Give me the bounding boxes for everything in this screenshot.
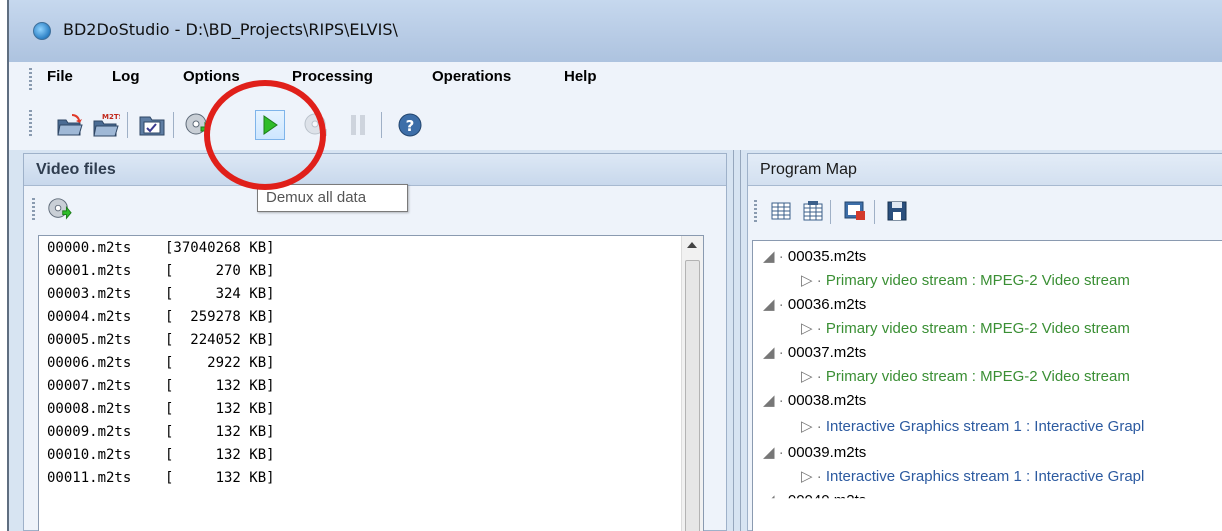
tree-node[interactable]: ◢ · 00037.m2ts: [763, 343, 866, 361]
list-item[interactable]: 00001.m2ts [ 270 KB]: [47, 263, 275, 279]
tree-node-label: 00035.m2ts: [787, 248, 867, 265]
tree-leaf[interactable]: ▷ · Interactive Graphics stream 1 : Inte…: [801, 467, 1144, 485]
report-button[interactable]: [840, 196, 870, 226]
video-files-list[interactable]: 00000.m2ts [37040268 KB] 00001.m2ts [ 27…: [38, 235, 704, 531]
tree-leaf[interactable]: ▷ · Primary video stream : MPEG-2 Video …: [801, 367, 1130, 385]
save-button[interactable]: [882, 196, 912, 226]
tree-node-label: 00040.m2ts: [787, 492, 867, 509]
list-item[interactable]: 00009.m2ts [ 132 KB]: [47, 424, 275, 440]
menu-log[interactable]: Log: [112, 68, 140, 85]
m2ts-label: M2TS: [102, 113, 120, 121]
help-icon: ?: [398, 113, 422, 137]
open-folder-icon: [57, 114, 83, 136]
open-m2ts-button[interactable]: M2TS: [91, 110, 121, 140]
grip-handle[interactable]: [29, 68, 32, 90]
checklist-button[interactable]: [137, 110, 167, 140]
list-item[interactable]: 00004.m2ts [ 259278 KB]: [47, 309, 275, 325]
vertical-scrollbar[interactable]: [681, 236, 703, 531]
tree-node-label: 00039.m2ts: [787, 444, 867, 461]
toolbar-separator: [381, 112, 382, 138]
tree-leaf-label: Primary video stream : MPEG-2 Video stre…: [825, 272, 1130, 289]
list-item[interactable]: 00000.m2ts [37040268 KB]: [47, 240, 275, 256]
grip-handle[interactable]: [29, 110, 32, 136]
highlight-circle: [204, 80, 326, 190]
panel-header: Video files: [24, 154, 726, 186]
menu-operations[interactable]: Operations: [432, 68, 511, 85]
table-edit-icon: [803, 201, 823, 221]
list-item[interactable]: 00003.m2ts [ 324 KB]: [47, 286, 275, 302]
menu-options[interactable]: Options: [183, 68, 240, 85]
tree-node[interactable]: ◢ · 00035.m2ts: [763, 247, 866, 265]
tree-node[interactable]: ◢ · 00040.m2ts: [763, 491, 867, 509]
title-bar: BD2DoStudio - D:\BD_Projects\RIPS\ELVIS\: [9, 0, 1222, 62]
help-button[interactable]: ?: [395, 110, 425, 140]
tree-node-label: 00036.m2ts: [787, 296, 867, 313]
program-map-tree[interactable]: ◢ · 00035.m2ts ▷ · Primary video stream …: [752, 240, 1222, 531]
tree-node-label: 00038.m2ts: [787, 392, 867, 409]
list-item[interactable]: 00008.m2ts [ 132 KB]: [47, 401, 275, 417]
tree-leaf[interactable]: ▷ · Interactive Graphics stream 1 : Inte…: [801, 417, 1144, 435]
panel-header: Program Map: [748, 154, 1222, 186]
disc-icon: [33, 22, 51, 40]
window-title: BD2DoStudio - D:\BD_Projects\RIPS\ELVIS\: [63, 20, 398, 39]
grip-handle[interactable]: [32, 198, 35, 220]
pause-icon: [351, 115, 365, 135]
tree-leaf-label: Interactive Graphics stream 1 : Interact…: [825, 468, 1145, 485]
tree-leaf-label: Primary video stream : MPEG-2 Video stre…: [825, 368, 1130, 385]
save-icon: [887, 201, 907, 221]
table-button[interactable]: [766, 196, 796, 226]
open-folder-button[interactable]: [55, 110, 85, 140]
program-map-panel: Program Map ◢ · 00035.m2ts ▷ · Primary v…: [747, 153, 1222, 531]
toolbar-separator: [173, 112, 174, 138]
list-item[interactable]: 00007.m2ts [ 132 KB]: [47, 378, 275, 394]
tree-leaf-label: Primary video stream : MPEG-2 Video stre…: [825, 320, 1130, 337]
panel-splitter[interactable]: [733, 150, 741, 531]
table-edit-button[interactable]: [798, 196, 828, 226]
panel-title: Program Map: [760, 161, 857, 178]
table-icon: [771, 202, 791, 220]
scroll-up-icon[interactable]: [687, 242, 697, 248]
list-item[interactable]: 00010.m2ts [ 132 KB]: [47, 447, 275, 463]
list-item[interactable]: 00011.m2ts [ 132 KB]: [47, 470, 275, 486]
panel-title: Video files: [36, 161, 116, 178]
list-item[interactable]: 00006.m2ts [ 2922 KB]: [47, 355, 275, 371]
menu-help[interactable]: Help: [564, 68, 597, 85]
tree-leaf[interactable]: ▷ · Primary video stream : MPEG-2 Video …: [801, 271, 1130, 289]
tree-node[interactable]: ◢ · 00036.m2ts: [763, 295, 866, 313]
scroll-thumb[interactable]: [685, 260, 700, 531]
menu-file[interactable]: File: [47, 68, 73, 85]
toolbar-separator: [830, 200, 831, 224]
app-window: BD2DoStudio - D:\BD_Projects\RIPS\ELVIS\…: [7, 0, 1222, 531]
tree-node-label: 00037.m2ts: [787, 344, 867, 361]
tree-node[interactable]: ◢ · 00038.m2ts: [763, 391, 866, 409]
panel-demux-button[interactable]: [44, 194, 74, 224]
menu-processing[interactable]: Processing: [292, 68, 373, 85]
checklist-icon: [139, 116, 165, 136]
svg-text:?: ?: [406, 117, 415, 135]
grip-handle[interactable]: [754, 200, 757, 222]
tree-leaf-label: Interactive Graphics stream 1 : Interact…: [825, 418, 1145, 435]
list-item[interactable]: 00005.m2ts [ 224052 KB]: [47, 332, 275, 348]
toolbar-separator: [874, 200, 875, 224]
tree-node[interactable]: ◢ · 00039.m2ts: [763, 443, 866, 461]
pause-button[interactable]: [343, 110, 373, 140]
report-icon: [844, 201, 865, 220]
toolbar-separator: [127, 112, 128, 138]
tree-leaf[interactable]: ▷ · Primary video stream : MPEG-2 Video …: [801, 319, 1130, 337]
demux-disc-icon: [48, 198, 72, 220]
open-m2ts-icon: M2TS: [93, 113, 120, 137]
